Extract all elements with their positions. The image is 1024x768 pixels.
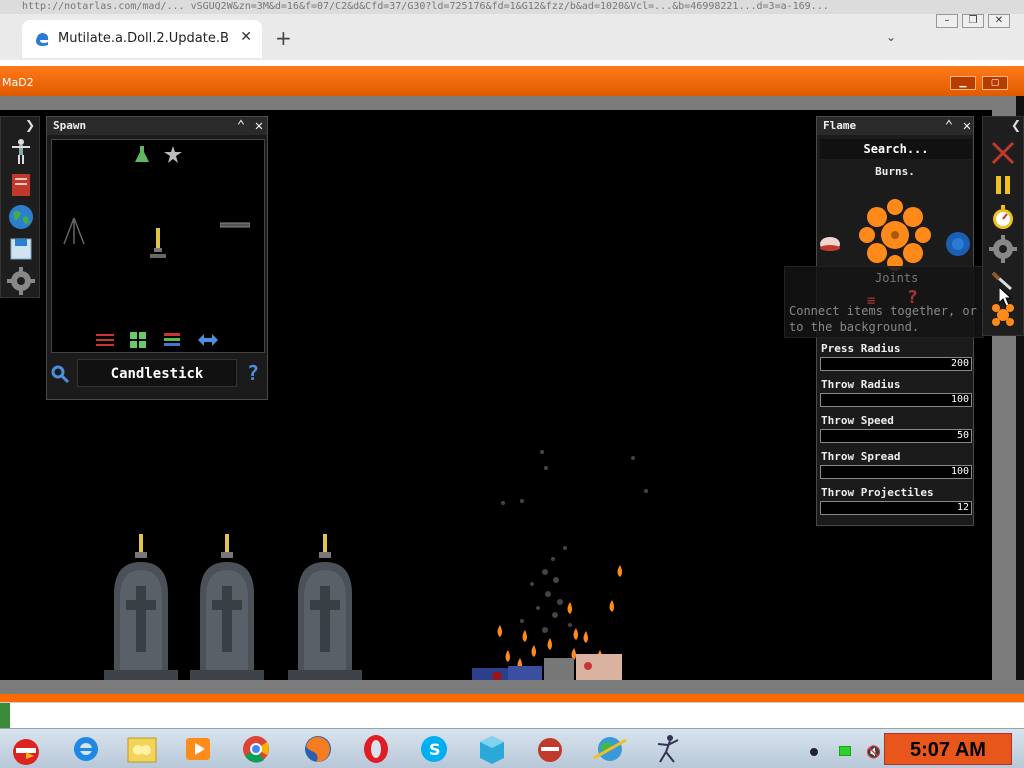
game-frame-bottom xyxy=(0,694,1024,702)
game-floor xyxy=(0,680,1024,694)
internet-explorer-icon[interactable] xyxy=(66,732,106,766)
gear-icon[interactable] xyxy=(7,267,35,295)
edge-logo-icon xyxy=(36,33,49,46)
taskbar-clock[interactable]: 5:07 AM xyxy=(884,733,1012,765)
gear-icon[interactable] xyxy=(989,235,1017,263)
close-icon[interactable]: ✕ xyxy=(959,118,975,134)
right-toolbar: ❮ xyxy=(982,116,1024,336)
game-frame-top xyxy=(0,96,1024,110)
throw-projectiles-label: Throw Projectiles xyxy=(821,486,934,499)
browser-bottom-area xyxy=(0,702,1024,729)
pause-icon[interactable] xyxy=(989,171,1017,199)
close-icon[interactable]: ✕ xyxy=(251,118,267,134)
search-input[interactable]: Search... xyxy=(820,139,972,159)
file-explorer-icon[interactable] xyxy=(122,732,162,766)
selected-item-name[interactable]: Candlestick xyxy=(77,359,237,387)
throw-speed-label: Throw Speed xyxy=(821,414,894,427)
portal-icon[interactable] xyxy=(945,231,971,257)
address-bar-fragment[interactable]: http://notarlas.com/mad/... vSGUQ2W&zn=3… xyxy=(0,0,1024,14)
spawn-item-grid[interactable] xyxy=(51,139,265,353)
tooltip: Joints ≡ ? Connect items together, or to… xyxy=(784,266,984,338)
dancer-app-icon[interactable] xyxy=(648,732,688,766)
tab-close-button[interactable]: ✕ xyxy=(240,29,252,45)
screen: http://notarlas.com/mad/... vSGUQ2W&zn=3… xyxy=(0,0,1024,768)
throw-spread-label: Throw Spread xyxy=(821,450,901,463)
close-button[interactable]: ✕ xyxy=(988,14,1010,28)
gravestone-icon xyxy=(190,534,264,680)
chevron-left-icon[interactable]: ❮ xyxy=(1011,118,1021,132)
gravestone[interactable] xyxy=(104,534,178,680)
delete-x-icon[interactable] xyxy=(989,139,1017,167)
list-view-icon[interactable] xyxy=(164,332,180,348)
dot-icon[interactable] xyxy=(810,748,818,756)
angry-birds-2-icon[interactable] xyxy=(530,732,570,766)
game-title-bar: MaD2 ▁ ▢ xyxy=(0,66,1024,96)
minimize-button[interactable]: – xyxy=(936,14,958,28)
book-icon[interactable] xyxy=(7,171,35,199)
firefox-icon[interactable] xyxy=(298,732,338,766)
package-icon[interactable] xyxy=(472,732,512,766)
save-disk-icon[interactable] xyxy=(7,235,35,263)
opera-icon[interactable] xyxy=(356,732,396,766)
volume-muted-icon[interactable]: 🔇 xyxy=(866,745,881,759)
burning-debris[interactable] xyxy=(472,650,624,680)
stopwatch-icon[interactable] xyxy=(989,203,1017,231)
network-icon[interactable] xyxy=(839,746,852,756)
media-player-icon[interactable] xyxy=(178,732,218,766)
collapse-up-icon[interactable]: ⌃ xyxy=(941,118,957,134)
gravestone-icon xyxy=(104,534,178,680)
tool-description: Burns. xyxy=(875,165,915,178)
spawn-search-row: Candlestick ? xyxy=(47,357,267,391)
browser-tab[interactable]: Mutilate.a.Doll.2.Update.Bloody.M ✕ xyxy=(22,20,262,58)
green-edge xyxy=(0,703,10,729)
plank-icon[interactable] xyxy=(220,222,250,228)
sliders-icon[interactable] xyxy=(96,332,114,348)
chrome-icon[interactable] xyxy=(236,732,276,766)
globe-app-icon[interactable] xyxy=(590,732,630,766)
throw-radius-field[interactable]: 100 xyxy=(820,393,972,407)
globe-icon[interactable] xyxy=(7,203,35,231)
tab-title: Mutilate.a.Doll.2.Update.Bloody.M xyxy=(58,31,230,46)
candlestick-icon[interactable] xyxy=(148,228,168,260)
collapse-up-icon[interactable]: ⌃ xyxy=(233,118,249,134)
gravestone[interactable] xyxy=(190,534,264,680)
potion-flask-icon[interactable] xyxy=(134,146,150,164)
system-tray: 🔇 xyxy=(810,741,881,760)
tripod-icon[interactable] xyxy=(62,216,86,246)
tooltip-title: Joints xyxy=(875,271,919,285)
throw-radius-label: Throw Radius xyxy=(821,378,901,391)
game-maximize-button[interactable]: ▢ xyxy=(982,76,1008,90)
new-tab-button[interactable]: + xyxy=(275,26,292,50)
angry-birds-icon[interactable] xyxy=(6,732,46,766)
restore-button[interactable]: ❐ xyxy=(962,14,984,28)
browser-tab-bar: Mutilate.a.Doll.2.Update.Bloody.M ✕ + ⌄ … xyxy=(0,14,1024,60)
help-icon[interactable]: ? xyxy=(247,361,259,385)
star-icon[interactable] xyxy=(164,146,182,164)
throw-spread-field[interactable]: 100 xyxy=(820,465,972,479)
press-radius-label: Press Radius xyxy=(821,342,901,355)
svg-text:S: S xyxy=(429,740,441,759)
throw-projectiles-field[interactable]: 12 xyxy=(820,501,972,515)
left-toolbar: ❯ xyxy=(0,116,40,298)
game-minimize-button[interactable]: ▁ xyxy=(950,76,976,90)
search-icon[interactable] xyxy=(51,365,69,383)
grid-view-icon[interactable] xyxy=(130,332,146,348)
game-window-title: MaD2 xyxy=(2,76,34,89)
ragdoll-icon[interactable] xyxy=(7,137,35,165)
gravestone-icon xyxy=(288,534,362,680)
flame-selected-icon[interactable] xyxy=(989,301,1017,329)
chevron-right-icon[interactable]: ❯ xyxy=(25,118,35,132)
flame-tool-icon[interactable] xyxy=(857,197,933,273)
skype-icon[interactable]: S xyxy=(414,732,454,766)
tooltip-body: Connect items together, or to the backgr… xyxy=(789,304,977,334)
throw-speed-field[interactable]: 50 xyxy=(820,429,972,443)
swap-arrows-icon[interactable] xyxy=(198,334,218,346)
taskbar: S 🔇 5:07 AM xyxy=(0,728,1024,768)
browser-window-controls: – ❐ ✕ xyxy=(936,14,1010,28)
spawn-panel: Spawn ⌃ ✕ Candlestick ? xyxy=(46,116,268,400)
press-radius-field[interactable]: 200 xyxy=(820,357,972,371)
gravestone[interactable] xyxy=(288,534,362,680)
meat-icon[interactable] xyxy=(819,235,841,253)
tab-list-chevron-icon[interactable]: ⌄ xyxy=(886,30,896,44)
